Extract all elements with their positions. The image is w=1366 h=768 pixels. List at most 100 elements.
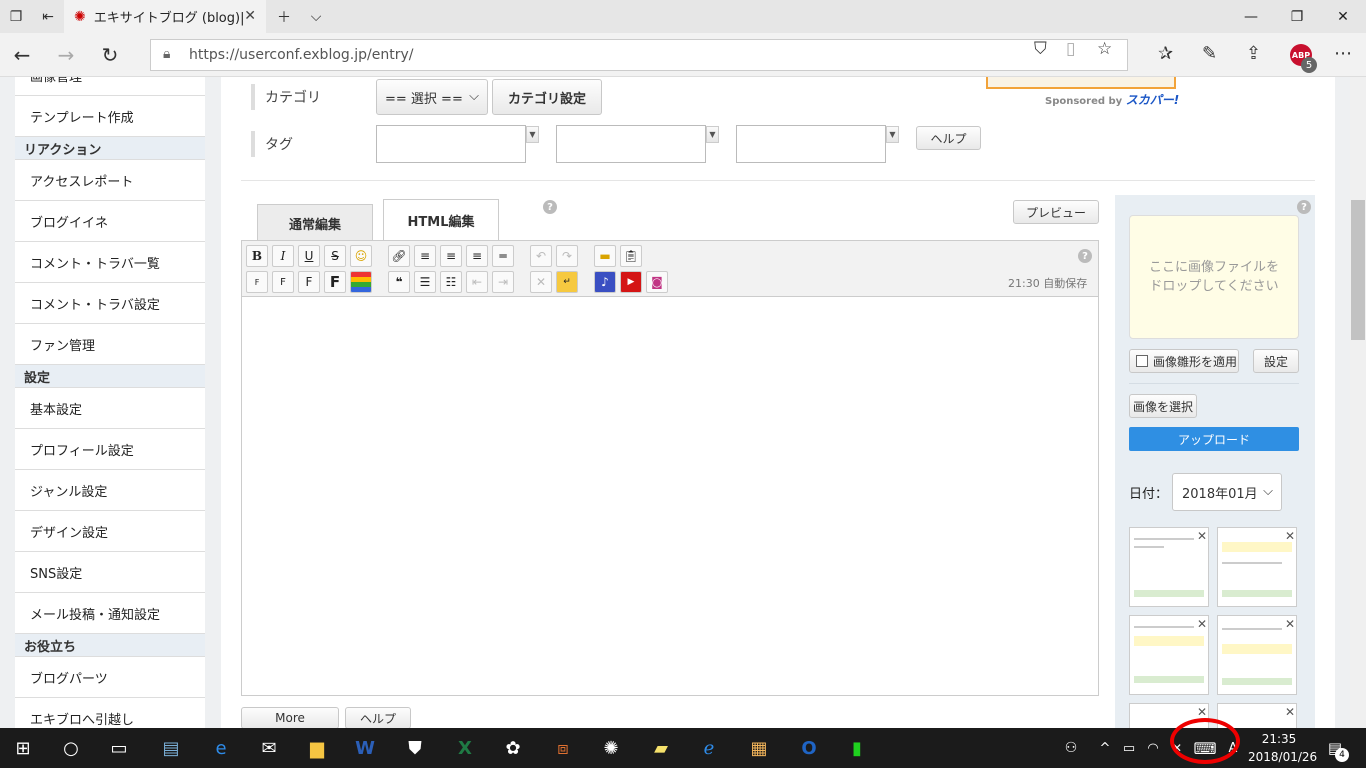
sidebar-item[interactable]: デザイン設定 <box>15 511 205 552</box>
auto-linebreak-icon[interactable]: ↵ <box>556 271 578 293</box>
tag-dropdown-3-icon[interactable]: ▼ <box>886 126 899 143</box>
font-size-s-icon[interactable]: F <box>272 271 294 293</box>
tag-input-3[interactable] <box>736 125 886 163</box>
delete-image-icon[interactable]: ✕ <box>1197 617 1207 631</box>
image-thumbnail[interactable]: ✕ <box>1129 615 1209 695</box>
tracking-shield-icon[interactable]: ⛉ <box>1034 39 1047 59</box>
system-clock[interactable]: 21:35 2018/01/26 <box>1248 730 1317 766</box>
image-dropzone[interactable]: ここに画像ファイルを ドロップしてください <box>1129 215 1299 339</box>
folder-icon[interactable]: ▬ <box>594 245 616 267</box>
image-shape-checkbox-row[interactable]: 画像雛形を適用 <box>1129 349 1239 373</box>
tab-html-edit[interactable]: HTML編集 <box>383 199 499 241</box>
minimize-icon[interactable]: — <box>1228 0 1274 33</box>
redo-icon[interactable]: ↷ <box>556 245 578 267</box>
editor-help-button[interactable]: ヘルプ <box>345 707 411 728</box>
app-explorer-icon[interactable]: ▤ <box>156 733 186 763</box>
restore-icon[interactable]: ❐ <box>1274 0 1320 33</box>
file-explorer-icon[interactable]: ▆ <box>302 733 332 763</box>
delete-image-icon[interactable]: ✕ <box>1197 705 1207 719</box>
delete-image-icon[interactable]: ✕ <box>1285 705 1295 719</box>
italic-icon[interactable]: I <box>272 245 294 267</box>
refresh-icon[interactable]: ↻ <box>88 33 132 77</box>
sponsor-banner-image[interactable] <box>986 77 1176 89</box>
reading-view-icon[interactable]: ▯ <box>1066 39 1075 59</box>
image-thumbnail[interactable]: ✕ <box>1217 527 1297 607</box>
font-color-icon[interactable] <box>350 271 372 293</box>
sidebar-item[interactable]: メール投稿・通知設定 <box>15 593 205 634</box>
image-settings-button[interactable]: 設定 <box>1253 349 1299 373</box>
align-right-icon[interactable]: ≡ <box>466 245 488 267</box>
horizontal-rule-icon[interactable]: ═ <box>492 245 514 267</box>
paste-icon[interactable]: 📋︎ <box>620 245 642 267</box>
toolbox-icon[interactable]: ⧈ <box>548 733 578 763</box>
sticky-notes-icon[interactable]: ▰ <box>646 733 676 763</box>
strikethrough-icon[interactable]: S <box>324 245 346 267</box>
link-icon[interactable]: 🔗︎ <box>388 245 410 267</box>
mail-icon[interactable]: ✉ <box>254 733 284 763</box>
browser-tab[interactable]: ✺ エキサイトブログ (blog)|新規 ✕ <box>64 0 266 33</box>
sidebar-item[interactable]: コメント・トラバ一覧 <box>15 242 205 283</box>
back-arrow-icon[interactable]: ← <box>0 33 44 77</box>
sidebar-item[interactable]: SNS設定 <box>15 552 205 593</box>
new-tab-icon[interactable]: ＋ <box>268 0 300 33</box>
app-green-icon[interactable]: ▮ <box>842 733 872 763</box>
emoji-icon[interactable]: ☺ <box>350 245 372 267</box>
tab-preview-icon[interactable]: ❐ <box>0 0 32 33</box>
sidebar-item[interactable]: ブログイイネ <box>15 201 205 242</box>
cortana-search-icon[interactable]: ○ <box>56 733 86 763</box>
more-button[interactable]: More <box>241 707 339 728</box>
category-select[interactable]: == 選択 == ⌵ <box>376 79 488 115</box>
toolbar-help-icon[interactable]: ? <box>1078 249 1092 263</box>
html-editor-textarea[interactable] <box>241 296 1099 696</box>
sidebar-item[interactable]: プロフィール設定 <box>15 429 205 470</box>
bullet-list-icon[interactable]: ☰ <box>414 271 436 293</box>
undo-icon[interactable]: ↶ <box>530 245 552 267</box>
word-icon[interactable]: W <box>350 733 380 763</box>
url-field[interactable]: 🔒︎ https://userconf.exblog.jp/entry/ <box>150 39 1128 71</box>
date-select[interactable]: 2018年01月 ⌵ <box>1172 473 1282 511</box>
sidebar-item[interactable]: エキブロへ引越し <box>15 698 205 728</box>
sidebar-item[interactable]: テンプレート作成 <box>15 96 205 137</box>
instagram-icon[interactable]: ◙ <box>646 271 668 293</box>
sidebar-item[interactable]: ファン管理 <box>15 324 205 365</box>
preview-button[interactable]: プレビュー <box>1013 200 1099 224</box>
tab-normal-edit[interactable]: 通常編集 <box>257 204 373 242</box>
people-icon[interactable]: ⚇ <box>1056 733 1086 763</box>
sidebar-item[interactable]: コメント・トラバ設定 <box>15 283 205 324</box>
set-aside-tabs-icon[interactable]: ⇤ <box>32 0 64 33</box>
numbered-list-icon[interactable]: ☷ <box>440 271 462 293</box>
close-window-icon[interactable]: ✕ <box>1320 0 1366 33</box>
font-size-l-icon[interactable]: F <box>324 271 346 293</box>
image-thumbnail[interactable]: ✕ <box>1129 527 1209 607</box>
delete-image-icon[interactable]: ✕ <box>1285 529 1295 543</box>
bold-icon[interactable]: B <box>246 245 268 267</box>
image-thumbnail[interactable]: ✕ <box>1217 615 1297 695</box>
task-view-icon[interactable]: ▭ <box>104 733 134 763</box>
excel-icon[interactable]: X <box>450 733 480 763</box>
music-icon[interactable]: ♪ <box>594 271 616 293</box>
sidebar-item[interactable]: 基本設定 <box>15 388 205 429</box>
select-image-button[interactable]: 画像を選択 <box>1129 394 1197 418</box>
paint-icon[interactable]: ✿ <box>498 733 528 763</box>
tag-help-button[interactable]: ヘルプ <box>916 126 981 150</box>
windows-start-icon[interactable]: ⊞ <box>8 733 38 763</box>
store-icon[interactable]: ⛊ <box>400 733 430 763</box>
align-center-icon[interactable]: ≡ <box>440 245 462 267</box>
delete-image-icon[interactable]: ✕ <box>1285 617 1295 631</box>
upload-button[interactable]: アップロード <box>1129 427 1299 451</box>
close-tab-icon[interactable]: ✕ <box>244 8 256 24</box>
help-question-icon[interactable]: ? <box>543 200 557 214</box>
align-left-icon[interactable]: ≡ <box>414 245 436 267</box>
font-size-m-icon[interactable]: F <box>298 271 320 293</box>
page-scrollbar[interactable] <box>1350 77 1366 728</box>
web-note-pen-icon[interactable]: ✎ <box>1202 43 1217 64</box>
sidebar-item[interactable]: ブログパーツ <box>15 657 205 698</box>
image-panel-help-icon[interactable]: ? <box>1297 200 1311 214</box>
sidebar-item[interactable]: 画像管理 <box>15 77 205 96</box>
forward-arrow-icon[interactable]: → <box>44 33 88 77</box>
image-shape-checkbox[interactable] <box>1136 355 1148 367</box>
indent-icon[interactable]: ⇥ <box>492 271 514 293</box>
more-menu-icon[interactable]: ⋯ <box>1334 43 1352 64</box>
tag-input-1[interactable] <box>376 125 526 163</box>
paint-palette-icon[interactable]: ✺ <box>596 733 626 763</box>
